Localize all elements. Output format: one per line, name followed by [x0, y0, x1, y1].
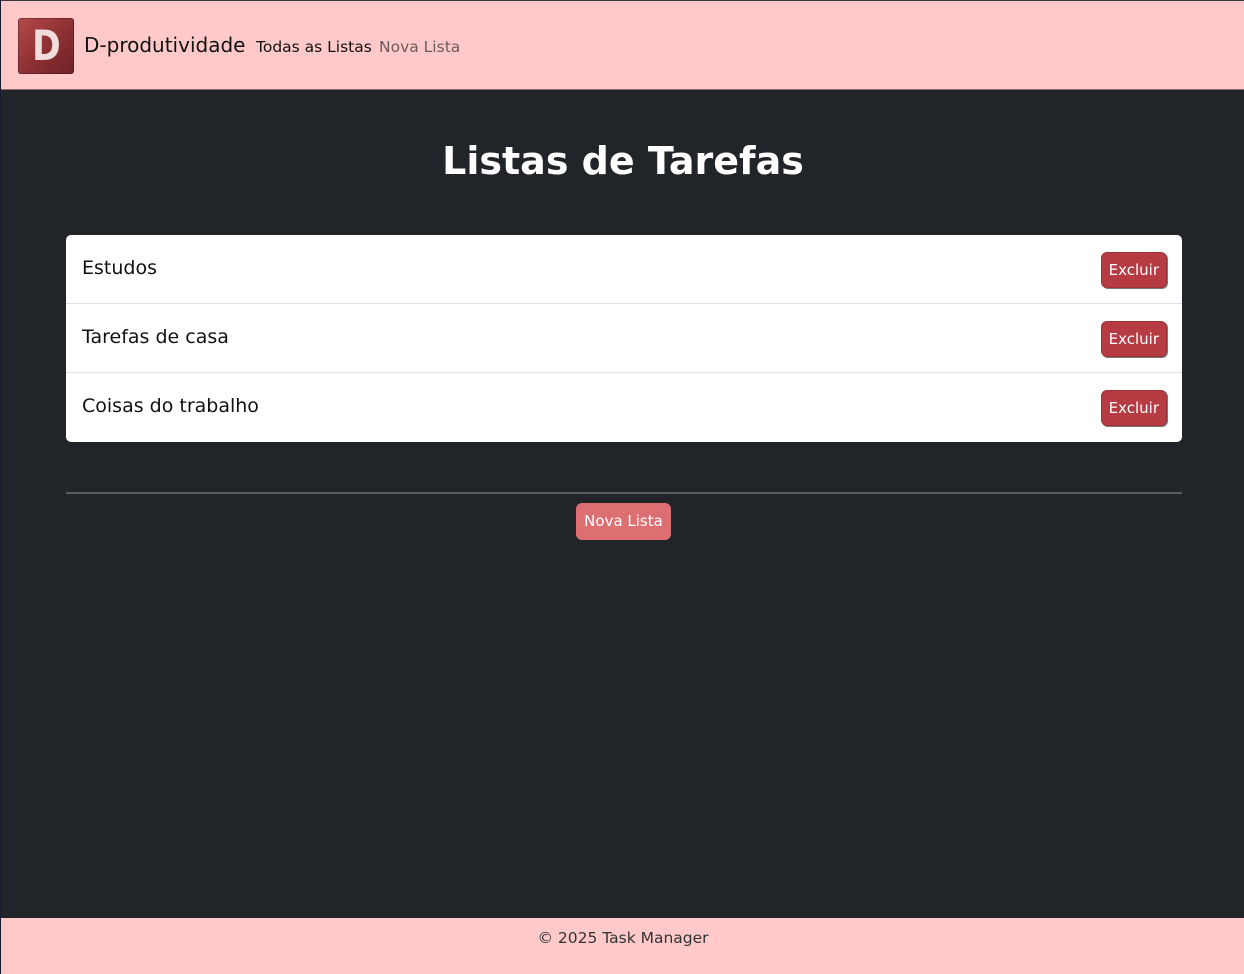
nav-link-new-list[interactable]: Nova Lista [379, 38, 460, 56]
app-logo[interactable]: D [18, 18, 74, 74]
footer: © 2025 Task Manager [1, 918, 1244, 974]
delete-button[interactable]: Excluir [1100, 321, 1167, 357]
nav-link-all-lists[interactable]: Todas as Listas [256, 38, 372, 56]
logo-letter: D [31, 21, 61, 70]
brand-name[interactable]: D-produtividade [84, 33, 245, 57]
footer-copyright: © 2025 Task Manager [537, 929, 709, 947]
list-item-name[interactable]: Estudos [82, 257, 157, 279]
new-list-button[interactable]: Nova Lista [576, 503, 671, 540]
task-lists: Estudos Excluir Tarefas de casa Excluir … [66, 235, 1182, 442]
page-title: Listas de Tarefas [442, 139, 804, 183]
list-item[interactable]: Tarefas de casa Excluir [66, 304, 1182, 373]
list-item-name[interactable]: Coisas do trabalho [82, 395, 259, 417]
delete-button[interactable]: Excluir [1100, 252, 1167, 288]
list-item[interactable]: Estudos Excluir [66, 235, 1182, 304]
divider [66, 492, 1182, 494]
list-item[interactable]: Coisas do trabalho Excluir [66, 373, 1182, 442]
navbar: D D-produtividade Todas as Listas Nova L… [1, 0, 1244, 90]
delete-button[interactable]: Excluir [1100, 390, 1167, 426]
list-item-name[interactable]: Tarefas de casa [82, 326, 229, 348]
